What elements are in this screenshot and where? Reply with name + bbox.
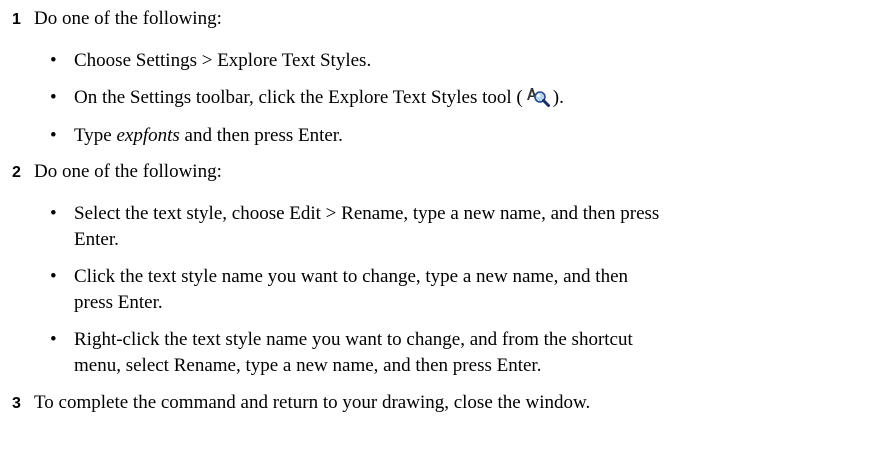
document-page: 1 Do one of the following: • Choose Setti… xyxy=(0,0,880,461)
bullet-icon: • xyxy=(50,50,57,71)
step-1: 1 Do one of the following: xyxy=(12,8,222,31)
bullet-icon: • xyxy=(50,329,57,350)
command-name: expfonts xyxy=(116,125,180,146)
bullet-text: Click the text style name you want to ch… xyxy=(74,266,628,313)
bullet-text-before: Type xyxy=(74,125,117,146)
list-item: • Choose Settings > Explore Text Styles. xyxy=(50,48,850,74)
bullet-text: Right-click the text style name you want… xyxy=(74,329,633,376)
list-item: • On the Settings toolbar, click the Exp… xyxy=(50,85,850,111)
step-text: Do one of the following: xyxy=(34,8,222,29)
list-item: • Right-click the text style name you wa… xyxy=(50,327,850,379)
list-item: • Click the text style name you want to … xyxy=(50,264,850,316)
step-2: 2 Do one of the following: xyxy=(12,161,222,184)
step-number: 1 xyxy=(12,11,21,28)
list-item: • Type expfonts and then press Enter. xyxy=(50,123,850,149)
bullet-icon: • xyxy=(50,203,57,224)
step-text: To complete the command and return to yo… xyxy=(34,392,591,413)
bullet-icon: • xyxy=(50,266,57,287)
list-item: • Select the text style, choose Edit > R… xyxy=(50,201,850,253)
step-3: 3 To complete the command and return to y… xyxy=(12,392,590,415)
bullet-text-before: On the Settings toolbar, click the Explo… xyxy=(74,87,523,108)
step-text: Do one of the following: xyxy=(34,161,222,182)
bullet-text: Choose Settings > Explore Text Styles. xyxy=(74,50,372,71)
explore-text-styles-icon xyxy=(525,85,551,107)
bullet-icon: • xyxy=(50,87,57,108)
bullet-text-after: ). xyxy=(552,87,564,108)
bullet-text: Type expfonts and then press Enter. xyxy=(74,123,850,149)
bullet-icon: • xyxy=(50,125,57,146)
step-number: 3 xyxy=(12,395,21,412)
bullet-text-after: and then press Enter. xyxy=(179,125,343,146)
step-number: 2 xyxy=(12,164,21,181)
bullet-text: Select the text style, choose Edit > Ren… xyxy=(74,203,660,250)
bullet-text: On the Settings toolbar, click the Explo… xyxy=(74,85,850,111)
